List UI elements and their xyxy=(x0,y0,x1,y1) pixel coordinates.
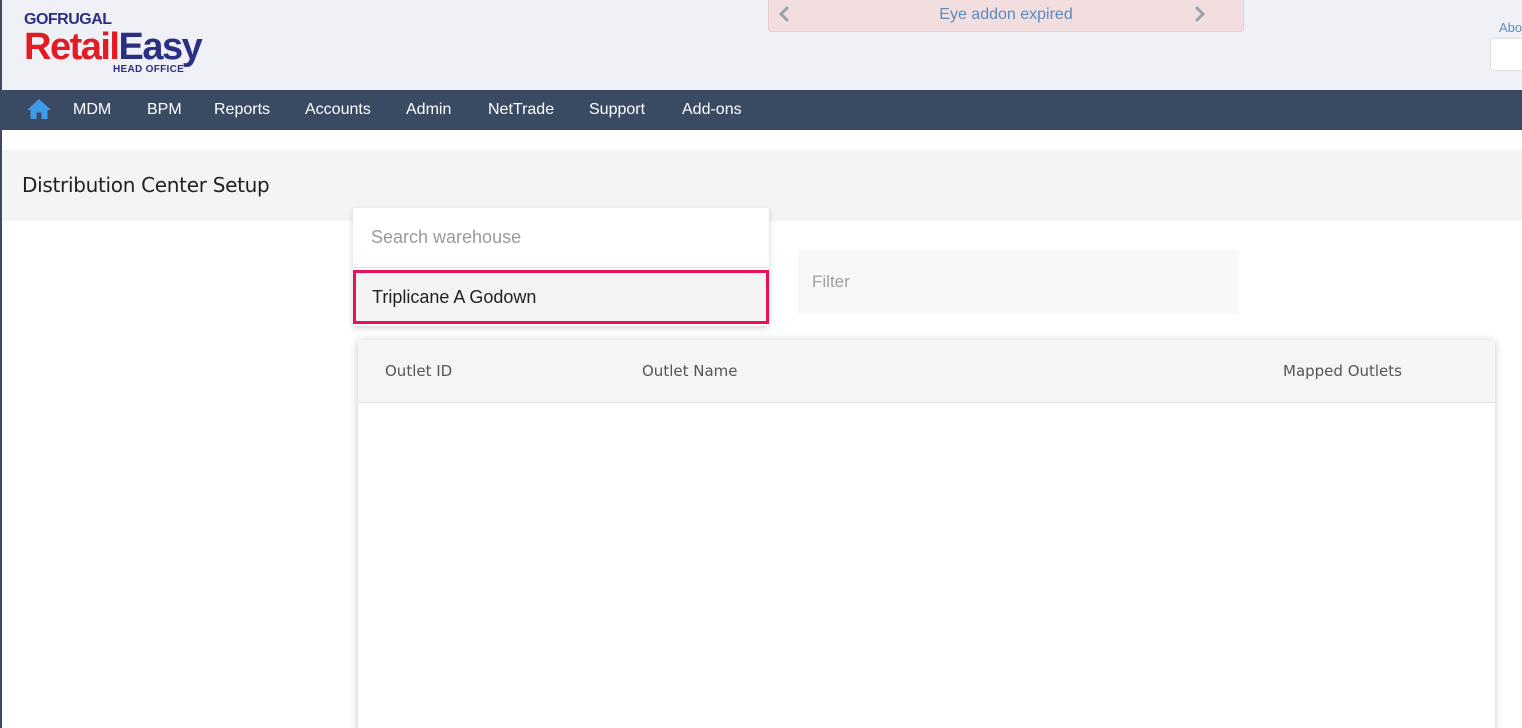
nav-item-accounts[interactable]: Accounts xyxy=(305,90,371,130)
warehouse-option[interactable]: Triplicane A Godown xyxy=(353,270,769,324)
nav-item-nettrade[interactable]: NetTrade xyxy=(488,90,554,130)
nav-item-addons[interactable]: Add-ons xyxy=(682,90,742,130)
warehouse-search-input[interactable] xyxy=(353,208,769,268)
column-header-mapped-outlets[interactable]: Mapped Outlets xyxy=(1283,340,1402,402)
nav-item-support[interactable]: Support xyxy=(589,90,645,130)
logo-product-part2: Easy xyxy=(118,26,202,68)
column-header-outlet-id[interactable]: Outlet ID xyxy=(385,340,452,402)
retaileasy-logo[interactable]: GOFRUGAL RetailEasy HEAD OFFICE xyxy=(24,10,234,80)
logo-product-part1: Retail xyxy=(24,26,120,68)
nav-item-mdm[interactable]: MDM xyxy=(73,90,111,130)
nav-item-bpm[interactable]: BPM xyxy=(147,90,182,130)
nav-item-reports[interactable]: Reports xyxy=(214,90,270,130)
logo-edition: HEAD OFFICE xyxy=(113,64,185,75)
main-navbar: MDM BPM Reports Accounts Admin NetTrade … xyxy=(2,90,1522,130)
nav-item-admin[interactable]: Admin xyxy=(406,90,451,130)
column-header-outlet-name[interactable]: Outlet Name xyxy=(642,340,738,402)
warehouse-dropdown: Triplicane A Godown xyxy=(353,208,769,326)
home-icon[interactable] xyxy=(26,97,52,121)
alert-banner: Eye addon expired xyxy=(768,0,1244,32)
logo-product: RetailEasy xyxy=(24,26,203,68)
chevron-right-icon[interactable] xyxy=(1189,4,1209,24)
table-header-row: Outlet ID Outlet Name Mapped Outlets xyxy=(358,340,1495,403)
header-input[interactable] xyxy=(1490,38,1522,71)
top-header: GOFRUGAL RetailEasy HEAD OFFICE Eye addo… xyxy=(2,0,1522,90)
outlets-table: Outlet ID Outlet Name Mapped Outlets xyxy=(358,340,1495,728)
alert-message[interactable]: Eye addon expired xyxy=(769,6,1243,24)
about-link[interactable]: Abo xyxy=(1499,20,1522,35)
app-window: GOFRUGAL RetailEasy HEAD OFFICE Eye addo… xyxy=(0,0,1522,728)
page-title: Distribution Center Setup xyxy=(22,173,270,197)
filter-input[interactable] xyxy=(798,250,1239,314)
table-body xyxy=(358,403,1495,728)
